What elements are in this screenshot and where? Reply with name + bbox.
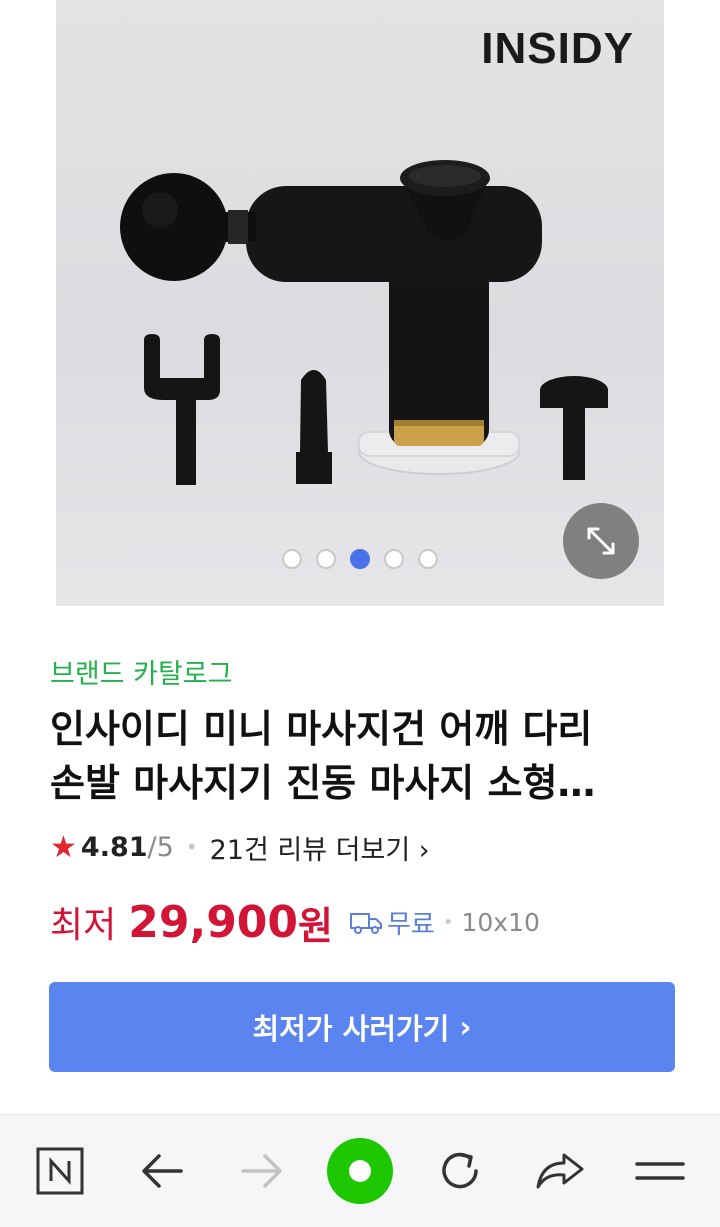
menu-button[interactable] [630, 1143, 690, 1199]
browser-bottom-toolbar [0, 1114, 720, 1227]
separator-dot: • [442, 911, 454, 933]
brand-catalog-link[interactable]: 브랜드 카탈로그 [50, 652, 232, 691]
menu-icon [635, 1162, 685, 1180]
gallery-dot-5[interactable] [418, 549, 438, 569]
price-value: 29,900 [128, 896, 299, 948]
gallery-dot-2[interactable] [316, 549, 336, 569]
rating-row: ★ 4.81 /5 • 21건 리뷰 더보기 › [50, 828, 430, 866]
naver-home-button[interactable] [30, 1143, 90, 1199]
chevron-right-icon: › [410, 834, 430, 866]
gallery-dot-3-active[interactable] [350, 549, 370, 569]
chevron-right-icon: › [449, 1010, 472, 1044]
green-dot-button[interactable] [324, 1135, 396, 1207]
product-title: 인사이디 미니 마사지건 어깨 다리 손발 마사지기 진동 마사지 소형 휴대용 [50, 707, 593, 805]
back-arrow-icon [142, 1154, 183, 1188]
back-button[interactable] [132, 1143, 192, 1199]
gallery-dot-4[interactable] [384, 549, 404, 569]
gallery-dot-1[interactable] [282, 549, 302, 569]
delivery-truck-icon [350, 913, 383, 934]
forward-button[interactable] [232, 1143, 292, 1199]
price-label: 최저 [50, 905, 117, 946]
extra-info: 10x10 [461, 907, 540, 937]
star-icon: ★ [50, 829, 77, 865]
refresh-icon [442, 1152, 478, 1189]
rating-max: /5 [147, 831, 174, 863]
price-unit: 원 [298, 903, 334, 948]
brand-logo: INSIDY [481, 24, 634, 73]
shipping-fee: 무료 [387, 909, 435, 940]
buy-button-label: 최저가 사러가기 [252, 1012, 450, 1046]
expand-diagonal-icon [587, 527, 615, 555]
naver-home-icon [36, 1147, 84, 1195]
buy-lowest-price-button[interactable]: 최저가 사러가기 › [49, 982, 675, 1072]
forward-arrow-icon [241, 1154, 282, 1188]
price-row: 최저 29,900 원 무료 • 10x10 [50, 892, 540, 952]
reviews-link[interactable]: 21건 리뷰 더보기 › [210, 828, 430, 867]
rating-value: 4.81 [80, 831, 148, 863]
expand-image-button[interactable] [563, 503, 639, 579]
green-dot-icon [327, 1138, 393, 1204]
share-button[interactable] [530, 1143, 590, 1199]
share-icon [536, 1153, 584, 1189]
refresh-button[interactable] [430, 1143, 490, 1199]
product-image-gallery[interactable]: INSIDY [56, 0, 664, 606]
separator-dot: • [185, 835, 198, 859]
reviews-link-label: 21건 리뷰 더보기 [209, 834, 411, 866]
